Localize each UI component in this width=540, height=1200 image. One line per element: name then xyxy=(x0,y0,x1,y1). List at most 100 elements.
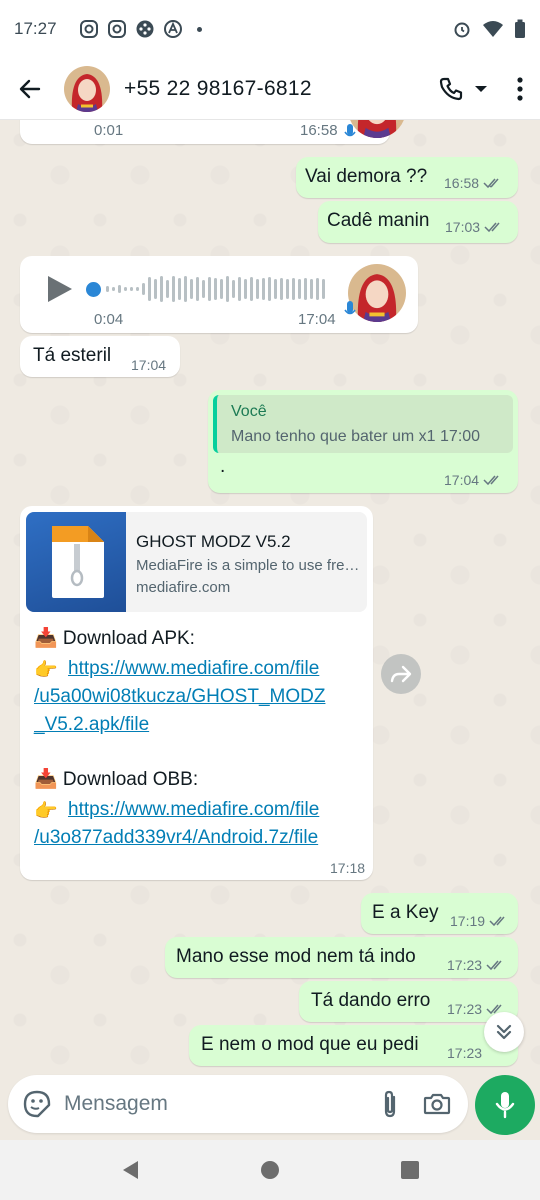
message-text: Vai demora ?? xyxy=(305,166,428,187)
back-button[interactable] xyxy=(0,59,60,119)
outgoing-message[interactable]: E nem o mod que eu pedi 17:23 xyxy=(189,1025,518,1066)
sender-avatar xyxy=(348,264,406,322)
message-meta: 17:04 xyxy=(444,472,503,488)
mic-icon xyxy=(344,301,356,315)
game-controller-icon xyxy=(136,20,154,38)
outgoing-message[interactable]: E a Key 17:19 xyxy=(361,893,518,934)
forward-button[interactable] xyxy=(381,654,421,694)
play-icon[interactable] xyxy=(46,274,74,304)
message-text: Mano esse mod nem tá indo xyxy=(176,946,416,967)
message-time: 17:23 xyxy=(447,1001,483,1017)
message-time: 17:23 xyxy=(447,957,483,973)
chat-header: +55 22 98167-6812 xyxy=(0,58,540,120)
outgoing-reply-message[interactable]: Você Mano tenho que bater um x1 17:00 . … xyxy=(208,390,518,493)
camera-icon xyxy=(423,1093,451,1115)
pointing-hand-icon: 👉 xyxy=(34,660,58,681)
message-meta: 16:58 xyxy=(444,175,503,191)
read-receipt-icon xyxy=(486,960,502,971)
link-preview-card[interactable]: GHOST MODZ V5.2 MediaFire is a simple to… xyxy=(26,512,367,612)
quoted-message[interactable]: Você Mano tenho que bater um x1 17:00 xyxy=(213,395,513,453)
voice-record-button[interactable] xyxy=(475,1075,535,1135)
obb-link[interactable]: https://www.mediafire.com/file xyxy=(68,799,319,821)
incoming-message[interactable]: Tá esteril 17:04 xyxy=(20,336,180,377)
quoted-text: Mano tenho que bater um x1 17:00 xyxy=(231,428,481,445)
link-preview-thumbnail xyxy=(26,512,126,612)
read-receipt-icon xyxy=(483,178,499,189)
mic-icon xyxy=(344,124,356,137)
voice-duration: 0:01 xyxy=(94,122,124,139)
link-preview-domain: mediafire.com xyxy=(136,579,231,596)
message-text: E nem o mod que eu pedi xyxy=(201,1034,419,1055)
recents-nav-icon[interactable] xyxy=(400,1160,420,1180)
attach-button[interactable] xyxy=(368,1089,412,1119)
alarm-icon xyxy=(454,22,470,38)
apk-link[interactable]: https://www.mediafire.com/file xyxy=(68,658,319,680)
apk-link[interactable]: /u5a00wi08tkucza/GHOST_MODZ xyxy=(34,686,325,708)
message-meta: 17:23 xyxy=(447,1045,482,1061)
system-icons xyxy=(452,19,526,39)
overflow-menu-button[interactable] xyxy=(500,76,540,101)
message-time: 17:03 xyxy=(445,219,481,235)
apk-link[interactable]: _V5.2.apk/file xyxy=(34,714,149,736)
message-text: Cadê manin xyxy=(327,210,430,231)
status-time: 17:27 xyxy=(14,19,57,38)
sender-avatar xyxy=(348,120,406,138)
outgoing-message[interactable]: Tá dando erro 17:23 xyxy=(299,981,518,1022)
message-time: 17:19 xyxy=(450,913,486,929)
contact-name[interactable]: +55 22 98167-6812 xyxy=(124,77,312,101)
outgoing-message[interactable]: Mano esse mod nem tá indo 17:23 xyxy=(165,937,518,978)
instagram-icon xyxy=(107,20,126,38)
message-time: 17:18 xyxy=(330,860,366,876)
more-vertical-icon xyxy=(517,76,523,101)
message-time: 17:23 xyxy=(447,1045,483,1061)
message-meta: 17:23 xyxy=(447,957,506,973)
voice-duration: 0:04 xyxy=(94,311,124,328)
battery-icon xyxy=(515,19,525,38)
message-composer[interactable]: Mensagem xyxy=(8,1075,468,1133)
chat-area[interactable]: 0:01 16:58 Vai demora ?? 16:58 Cadê mani… xyxy=(0,120,540,1080)
message-text: . xyxy=(220,456,226,477)
voice-message[interactable]: 0:04 17:04 xyxy=(20,256,418,333)
arrow-back-icon xyxy=(19,79,41,98)
more-notifications-dot xyxy=(196,26,202,32)
instagram-icon xyxy=(79,20,98,38)
obb-link[interactable]: /u3o877add339vr4/Android.7z/file xyxy=(34,827,318,849)
contact-avatar[interactable] xyxy=(64,65,110,112)
camera-button[interactable] xyxy=(412,1092,462,1116)
status-bar: 17:27 xyxy=(0,0,540,58)
home-nav-icon[interactable] xyxy=(260,1160,280,1180)
link-preview-description: MediaFire is a simple to use free servic… xyxy=(136,557,361,574)
phone-icon xyxy=(439,77,463,100)
sticker-icon xyxy=(23,1090,51,1118)
download-obb-label: 📥 Download OBB: xyxy=(34,769,199,790)
scroll-to-bottom-button[interactable] xyxy=(484,1012,524,1052)
zip-file-icon xyxy=(52,526,104,598)
pointing-hand-icon: 👉 xyxy=(34,801,58,822)
call-button[interactable] xyxy=(438,76,488,102)
back-nav-icon[interactable] xyxy=(120,1159,140,1181)
sticker-button[interactable] xyxy=(12,1090,62,1118)
message-meta: 17:19 xyxy=(450,913,509,929)
download-apk-label: 📥 Download APK: xyxy=(34,628,195,649)
wifi-icon xyxy=(483,21,503,37)
message-meta: 17:03 xyxy=(445,219,504,235)
outgoing-message[interactable]: Cadê manin 17:03 xyxy=(318,201,518,243)
outgoing-message[interactable]: Vai demora ?? 16:58 xyxy=(296,157,518,198)
double-chevron-down-icon xyxy=(496,1024,512,1040)
message-input[interactable]: Mensagem xyxy=(64,1092,168,1116)
playback-position[interactable] xyxy=(86,282,101,297)
message-time: 16:58 xyxy=(444,175,480,191)
quoted-author: Você xyxy=(231,403,267,420)
voice-waveform[interactable] xyxy=(106,274,325,304)
message-text: Tá dando erro xyxy=(311,990,431,1011)
voice-message[interactable]: 0:01 16:58 xyxy=(20,120,406,144)
read-receipt-icon xyxy=(483,475,499,486)
microphone-icon xyxy=(495,1092,515,1119)
chevron-down-icon xyxy=(475,85,487,92)
incoming-link-message[interactable]: GHOST MODZ V5.2 MediaFire is a simple to… xyxy=(20,506,373,880)
message-time: 17:04 xyxy=(131,357,167,373)
forward-icon xyxy=(390,665,412,683)
notification-icons xyxy=(79,19,202,39)
message-text: Tá esteril xyxy=(33,345,112,366)
system-navigation-bar xyxy=(0,1140,540,1200)
